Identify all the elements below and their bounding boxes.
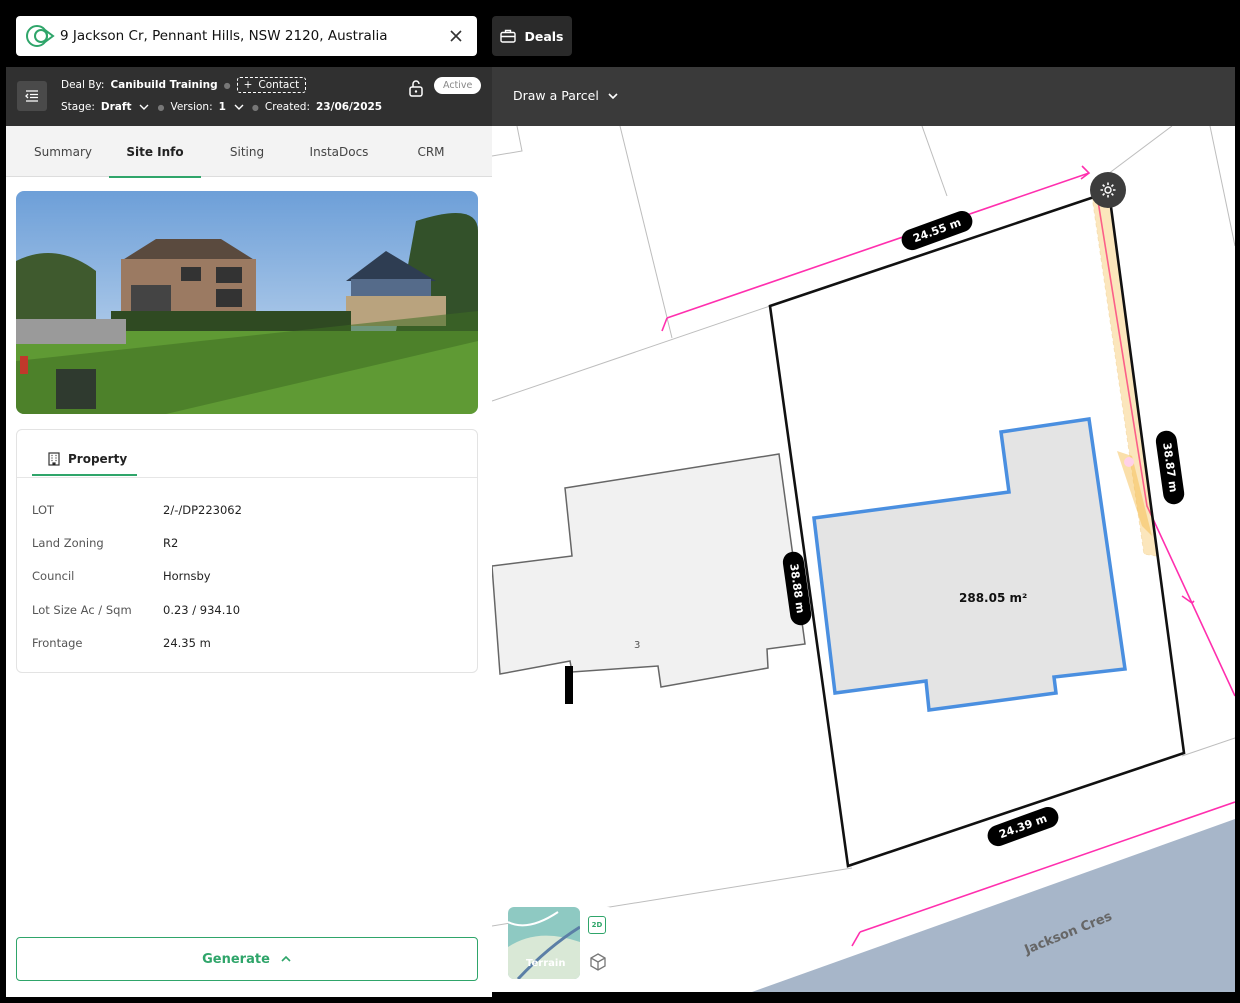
stage-prefix: Stage: [61, 101, 95, 113]
cube-3d-icon[interactable] [588, 952, 608, 972]
tab-siting[interactable]: Siting [201, 126, 293, 177]
view-mode-toggle: 2D [580, 907, 614, 981]
created-prefix: Created: [264, 101, 310, 113]
property-value: R2 [163, 535, 179, 550]
footprint-area-label: 288.05 m² [959, 591, 1028, 605]
separator-dot: ● [223, 80, 231, 90]
generate-button[interactable]: Generate [16, 937, 478, 981]
clear-search-icon[interactable] [441, 21, 471, 51]
version-prefix: Version: [170, 101, 213, 113]
deals-button[interactable]: Deals [492, 16, 572, 56]
draw-parcel-dropdown[interactable]: Draw a Parcel [513, 88, 619, 103]
stage-chevron-down-icon[interactable] [137, 102, 151, 112]
version-value: 1 [218, 101, 226, 113]
property-details: LOT 2/-/DP223062 Land Zoning R2 Council … [32, 493, 242, 659]
terrain-toggle[interactable]: Terrain [508, 907, 580, 979]
plus-icon: + [243, 79, 253, 91]
map-settings-button[interactable] [1090, 172, 1126, 208]
neighbour-lot-number: 3 [634, 640, 641, 651]
tab-site-info[interactable]: Site Info [109, 126, 201, 178]
deal-tabs: Summary Site Info Siting InstaDocs CRM [6, 126, 492, 178]
deal-by-prefix: Deal By: [61, 79, 105, 91]
collapse-menu-button[interactable] [17, 81, 47, 111]
tab-instadocs[interactable]: InstaDocs [293, 126, 385, 177]
street-view-photo [16, 191, 478, 414]
property-row-lot: LOT 2/-/DP223062 [32, 493, 242, 526]
stage-value: Draft [100, 101, 132, 113]
property-row-council: Council Hornsby [32, 560, 242, 593]
gear-icon [1100, 182, 1116, 198]
draw-parcel-label: Draw a Parcel [513, 88, 599, 103]
view-2d-button[interactable]: 2D [588, 916, 606, 934]
briefcase-icon [500, 29, 517, 43]
property-row-frontage: Frontage 24.35 m [32, 626, 242, 659]
property-value: 24.35 m [163, 635, 211, 650]
property-row-zoning: Land Zoning R2 [32, 526, 242, 559]
property-card: Property LOT 2/-/DP223062 Land Zoning R2… [16, 429, 478, 673]
deal-owner-line: Deal By: Canibuild Training ● + Contact [61, 77, 307, 93]
version-chevron-down-icon[interactable] [232, 102, 246, 112]
site-map[interactable]: 24.55 m 38.87 m 38.88 m 24.39 m 288.05 m… [492, 126, 1235, 992]
divider [17, 477, 477, 478]
property-value: 2/-/DP223062 [163, 502, 242, 517]
created-value: 23/06/2025 [316, 101, 383, 113]
property-key: Council [32, 569, 75, 584]
terrain-label: Terrain [526, 958, 566, 969]
search-address-text[interactable]: 9 Jackson Cr, Pennant Hills, NSW 2120, A… [60, 28, 441, 44]
status-badge: Active [434, 77, 482, 94]
tab-property[interactable]: Property [32, 443, 137, 476]
canibuild-logo-icon [24, 22, 56, 50]
deal-by-name: Canibuild Training [110, 79, 218, 91]
tab-summary[interactable]: Summary [17, 126, 109, 177]
property-value: Hornsby [163, 569, 211, 584]
property-value: 0.23 / 934.10 [163, 602, 241, 617]
property-tab-label: Property [68, 451, 128, 466]
building-icon [48, 451, 60, 466]
address-search[interactable]: 9 Jackson Cr, Pennant Hills, NSW 2120, A… [16, 16, 477, 56]
deal-panel: Deal By: Canibuild Training ● + Contact … [6, 67, 492, 997]
property-key: Frontage [32, 635, 83, 650]
separator-dot: ● [251, 102, 259, 112]
map-canvas [492, 126, 1235, 992]
add-contact-button[interactable]: + Contact [236, 77, 307, 93]
property-key: LOT [32, 502, 55, 517]
chevron-up-icon [281, 955, 291, 962]
property-key: Lot Size Ac / Sqm [32, 602, 132, 617]
contact-label: Contact [258, 79, 300, 91]
chevron-down-icon [608, 92, 618, 99]
property-key: Land Zoning [32, 535, 104, 550]
deal-header: Deal By: Canibuild Training ● + Contact … [6, 67, 492, 126]
tab-crm[interactable]: CRM [385, 126, 477, 177]
top-bar: 9 Jackson Cr, Pennant Hills, NSW 2120, A… [0, 0, 1240, 67]
map-toolbar: Draw a Parcel [492, 67, 1235, 126]
unlock-icon[interactable] [406, 78, 426, 98]
property-row-lot-size: Lot Size Ac / Sqm 0.23 / 934.10 [32, 593, 242, 626]
generate-label: Generate [202, 951, 270, 967]
deals-label: Deals [524, 28, 564, 44]
separator-dot: ● [157, 102, 165, 112]
deal-meta-line: Stage: Draft ● Version: 1 ● Created: 23/… [61, 101, 382, 113]
menu-collapse-icon [25, 90, 38, 102]
